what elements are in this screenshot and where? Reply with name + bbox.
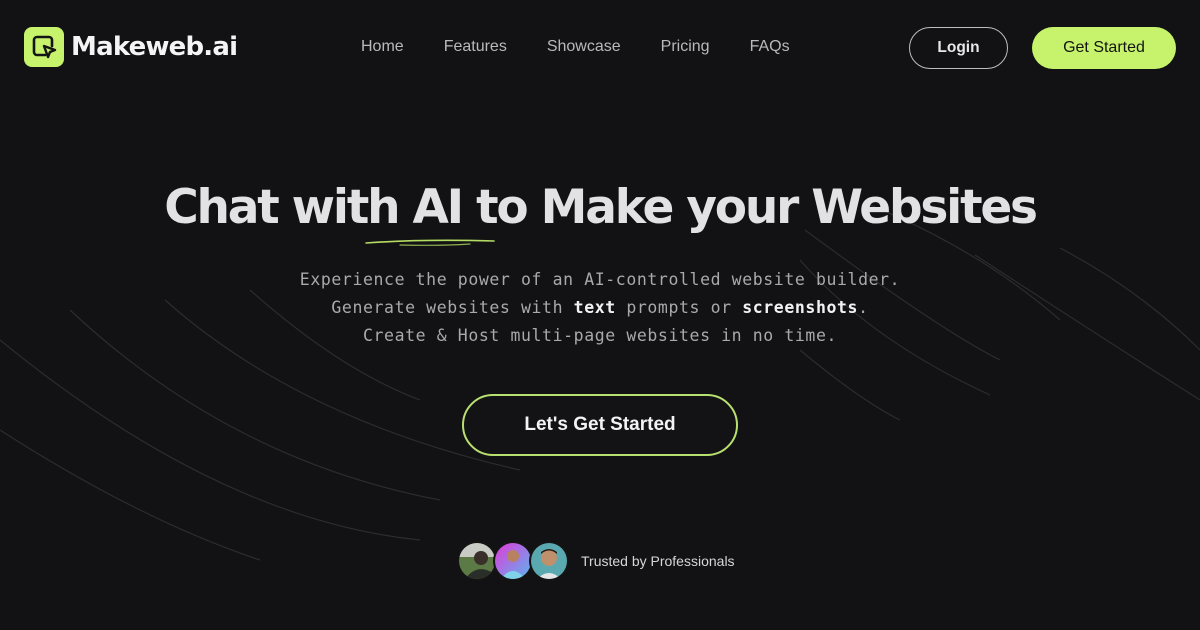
lets-get-started-button[interactable]: Let's Get Started bbox=[462, 394, 738, 456]
subtitle-line-3: Create & Host multi-page websites in no … bbox=[362, 326, 838, 345]
subtitle-line-2: Generate websites with text prompts or s… bbox=[0, 294, 1200, 322]
cursor-in-frame-icon bbox=[24, 27, 64, 67]
main-nav: Home Features Showcase Pricing FAQs bbox=[340, 36, 790, 58]
site-header: Makeweb.ai Home Features Showcase Pricin… bbox=[0, 0, 1200, 96]
get-started-button[interactable]: Get Started bbox=[1032, 27, 1176, 69]
subtitle-text: Generate websites with bbox=[331, 298, 574, 317]
subtitle-text: prompts or bbox=[615, 298, 743, 317]
logo-link[interactable]: Makeweb.ai bbox=[24, 27, 238, 67]
ai-underline-squiggle bbox=[365, 239, 495, 246]
hero-subtitle: Experience the power of an AI-controlled… bbox=[0, 266, 1200, 350]
nav-item-features[interactable]: Features bbox=[444, 36, 507, 58]
nav-item-faqs[interactable]: FAQs bbox=[750, 36, 790, 58]
subtitle-line-1: Experience the power of an AI-controlled… bbox=[299, 270, 901, 289]
trusted-by-label: Trusted by Professionals bbox=[581, 553, 735, 569]
arc-line bbox=[0, 429, 261, 561]
avatar bbox=[457, 541, 497, 581]
avatar-group bbox=[457, 541, 569, 581]
brand-name: Makeweb.ai bbox=[71, 32, 238, 62]
login-button[interactable]: Login bbox=[909, 27, 1008, 69]
trust-badge: Trusted by Professionals bbox=[457, 540, 735, 582]
subtitle-text: . bbox=[858, 298, 869, 317]
subtitle-bold-text: text bbox=[573, 298, 616, 317]
nav-item-pricing[interactable]: Pricing bbox=[661, 36, 710, 58]
subtitle-bold-screenshots: screenshots bbox=[742, 298, 859, 317]
avatar bbox=[529, 541, 569, 581]
landing-page: Makeweb.ai Home Features Showcase Pricin… bbox=[0, 0, 1200, 630]
arc-line bbox=[799, 349, 901, 421]
hero-title: Chat with AI to Make your Websites bbox=[164, 180, 1038, 235]
avatar bbox=[493, 541, 533, 581]
nav-item-showcase[interactable]: Showcase bbox=[547, 36, 621, 58]
arc-line bbox=[0, 339, 421, 541]
nav-item-home[interactable]: Home bbox=[361, 36, 404, 58]
